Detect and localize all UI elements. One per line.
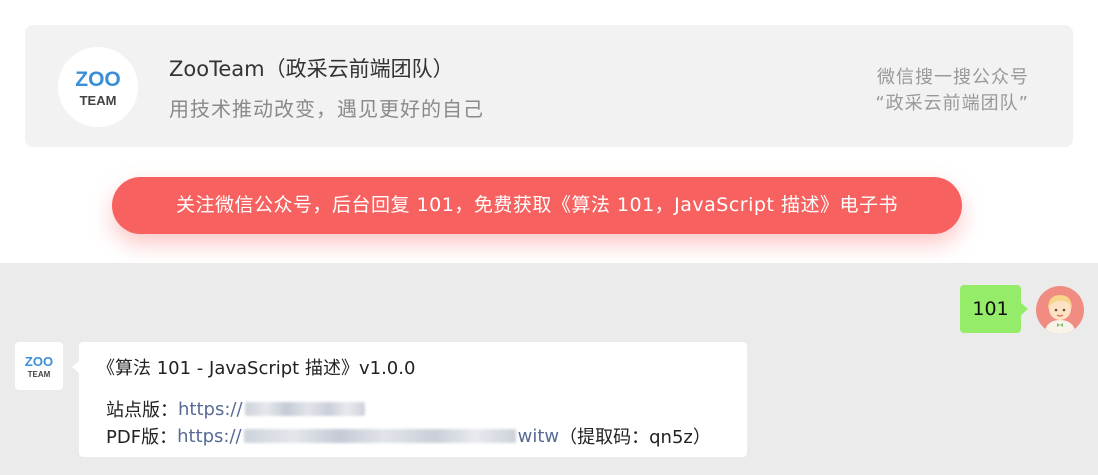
bot-logo-bottom: TEAM [28,370,51,379]
extraction-code: （提取码：qn5z） [559,427,711,448]
message-title: 《算法 101 - JavaScript 描述》v1.0.0 [97,358,416,379]
account-title: ZooTeam（政采云前端团队） [169,57,454,81]
logo-text-top: ZOO [75,68,121,91]
bot-avatar[interactable]: ZOO TEAM [15,342,63,390]
search-hint: 微信搜一搜公众号 “政采云前端团队” [875,65,1029,117]
chat-area: 101 ZOO TEAM 《算法 101 - JavaScript 描述》v1.… [0,263,1098,475]
received-message-bubble: 《算法 101 - JavaScript 描述》v1.0.0 站点版： http… [72,342,747,457]
site-version-link-blurred[interactable] [244,402,365,416]
user-avatar-icon [1036,286,1084,334]
site-version-line: 站点版： https:// [106,396,367,422]
pdf-version-link-suffix[interactable]: witw [518,426,560,447]
sent-message-bubble: 101 [960,285,1028,333]
pdf-version-link-blurred[interactable] [243,429,516,443]
profile-card: ZOO TEAM ZooTeam（政采云前端团队） 用技术推动改变，遇见更好的自… [25,25,1073,147]
user-avatar[interactable] [1036,286,1084,334]
zooteam-logo: ZOO TEAM [58,47,138,127]
search-hint-line2: “政采云前端团队” [875,93,1029,114]
site-version-link[interactable]: https:// [178,399,243,420]
account-slogan: 用技术推动改变，遇见更好的自己 [169,97,484,121]
site-version-label: 站点版： [106,400,178,421]
pdf-version-line: PDF版： https:// witw （提取码：qn5z） [106,423,711,449]
zooteam-avatar-icon: ZOO TEAM [25,354,53,379]
logo-text-bottom: TEAM [80,93,117,108]
pdf-version-label: PDF版： [106,427,178,448]
search-hint-line1: 微信搜一搜公众号 [877,67,1029,88]
promo-banner: 关注微信公众号，后台回复 101，免费获取《算法 101，JavaScript … [112,177,962,234]
pdf-version-link[interactable]: https:// [177,426,242,447]
bot-logo-top: ZOO [25,354,53,369]
